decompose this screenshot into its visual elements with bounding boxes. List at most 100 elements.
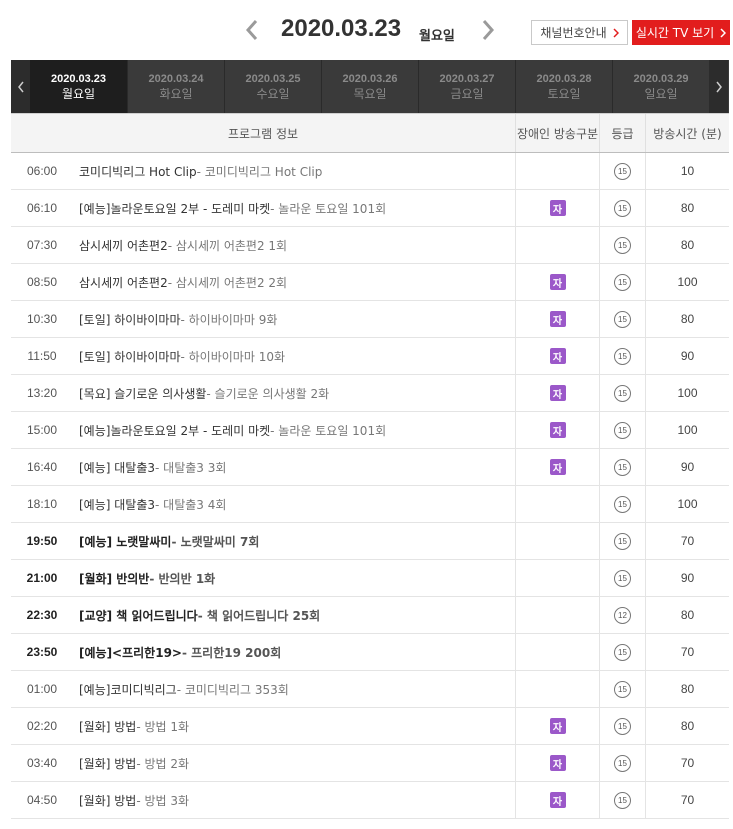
date-tab-date: 2020.03.23: [50, 72, 107, 85]
row-program[interactable]: [토일] 하이바이마마 - 하이바이마마 10화: [73, 338, 515, 374]
schedule-table: 프로그램 정보 장애인 방송구분 등급 방송시간 (분) 06:00 코미디빅리그…: [11, 113, 729, 819]
table-body: 06:00 코미디빅리그 Hot Clip - 코미디빅리그 Hot Clip 15…: [11, 153, 729, 819]
row-duration: 100: [645, 486, 729, 522]
date-tab-date: 2020.03.24: [148, 72, 204, 85]
channel-guide-button[interactable]: 채널번호안내: [531, 20, 628, 45]
program-title: [예능] 대탈출3: [79, 460, 156, 475]
row-time: 21:00: [26, 571, 58, 585]
rating-circle-icon: 15: [614, 162, 631, 180]
row-program[interactable]: [월화] 방법 - 방법 1화: [73, 708, 515, 744]
row-rating: 15: [599, 375, 645, 411]
date-tab[interactable]: 2020.03.29 일요일: [612, 60, 709, 113]
row-program[interactable]: [토일] 하이바이마마 - 하이바이마마 9화: [73, 301, 515, 337]
program-title: [월화] 방법: [79, 756, 137, 771]
row-rating: 15: [599, 153, 645, 189]
row-time: 08:50: [26, 275, 58, 289]
table-row[interactable]: 21:00 [월화] 반의반 - 반의반 1화 15 90: [11, 560, 729, 597]
table-row[interactable]: 03:40 [월화] 방법 - 방법 2화 자 15 70: [11, 745, 729, 782]
program-title: [예능] 노랫말싸미: [79, 534, 172, 549]
row-duration: 90: [645, 338, 729, 374]
row-rating: 15: [599, 745, 645, 781]
row-time: 06:00: [26, 164, 58, 178]
row-accessibility: 자: [515, 745, 599, 781]
program-episode: - 하이바이마마 10화: [180, 349, 286, 364]
row-program[interactable]: [예능]코미디빅리그 - 코미디빅리그 353회: [73, 671, 515, 707]
date-tab[interactable]: 2020.03.27 금요일: [418, 60, 515, 113]
channel-guide-label: 채널번호안내: [540, 26, 607, 40]
table-row[interactable]: 19:50 [예능] 노랫말싸미 - 노랫말싸미 7회 15 70: [11, 523, 729, 560]
program-title: [예능]코미디빅리그: [79, 682, 177, 697]
row-program[interactable]: [예능] 대탈출3 - 대탈출3 3회: [73, 449, 515, 485]
live-tv-button[interactable]: 실시간 TV 보기: [632, 20, 730, 45]
row-accessibility: 자: [515, 782, 599, 818]
program-episode: - 삼시세끼 어촌편2 2회: [167, 275, 288, 290]
table-row[interactable]: 11:50 [토일] 하이바이마마 - 하이바이마마 10화 자 15 90: [11, 338, 729, 375]
table-row[interactable]: 18:10 [예능] 대탈출3 - 대탈출3 4회 15 100: [11, 486, 729, 523]
row-rating: 15: [599, 708, 645, 744]
program-title: 코미디빅리그 Hot Clip: [79, 164, 197, 179]
table-row[interactable]: 08:50 삼시세끼 어촌편2 - 삼시세끼 어촌편2 2회 자 15 100: [11, 264, 729, 301]
program-episode: - 코미디빅리그 Hot Clip: [196, 164, 323, 179]
row-program[interactable]: [예능] 노랫말싸미 - 노랫말싸미 7회: [73, 523, 515, 559]
date-tab[interactable]: 2020.03.26 목요일: [321, 60, 418, 113]
row-program[interactable]: [월화] 방법 - 방법 3화: [73, 782, 515, 818]
program-title: [예능]놀라운토요일 2부 - 도레미 마켓: [79, 201, 271, 216]
row-program[interactable]: 삼시세끼 어촌편2 - 삼시세끼 어촌편2 1회: [73, 227, 515, 263]
row-accessibility: 자: [515, 708, 599, 744]
program-episode: - 프리한19 200회: [181, 645, 282, 660]
row-program[interactable]: [예능]<프리한19> - 프리한19 200회: [73, 634, 515, 670]
date-nav-prev-button[interactable]: [11, 60, 30, 113]
date-tab-date: 2020.03.28: [536, 72, 592, 85]
rating-circle-icon: 15: [614, 347, 631, 365]
row-duration: 80: [645, 227, 729, 263]
row-program[interactable]: [목요] 슬기로운 의사생활 - 슬기로운 의사생활 2화: [73, 375, 515, 411]
date-navigation: 2020.03.23 월요일 2020.03.24 화요일 2020.03.25 수요일 2…: [11, 60, 729, 113]
chevron-right-icon: [613, 27, 619, 38]
program-episode: - 방법 3화: [136, 793, 190, 808]
date-tab-day: 금요일: [450, 86, 484, 101]
row-program[interactable]: [예능]놀라운토요일 2부 - 도레미 마켓 - 놀라운 토요일 101회: [73, 190, 515, 226]
table-row[interactable]: 13:20 [목요] 슬기로운 의사생활 - 슬기로운 의사생활 2화 자 15 100: [11, 375, 729, 412]
row-program[interactable]: [월화] 반의반 - 반의반 1화: [73, 560, 515, 596]
row-program[interactable]: [교양] 책 읽어드립니다 - 책 읽어드립니다 25회: [73, 597, 515, 633]
row-accessibility: [515, 597, 599, 633]
row-program[interactable]: [월화] 방법 - 방법 2화: [73, 745, 515, 781]
date-tab[interactable]: 2020.03.24 화요일: [127, 60, 224, 113]
table-row[interactable]: 15:00 [예능]놀라운토요일 2부 - 도레미 마켓 - 놀라운 토요일 10…: [11, 412, 729, 449]
table-row[interactable]: 06:00 코미디빅리그 Hot Clip - 코미디빅리그 Hot Clip 15…: [11, 153, 729, 190]
date-tab-date: 2020.03.27: [439, 72, 495, 85]
date-tab-day: 수요일: [256, 86, 290, 101]
program-episode: - 코미디빅리그 353회: [176, 682, 289, 697]
row-accessibility: 자: [515, 301, 599, 337]
table-row[interactable]: 07:30 삼시세끼 어촌편2 - 삼시세끼 어촌편2 1회 15 80: [11, 227, 729, 264]
table-row[interactable]: 06:10 [예능]놀라운토요일 2부 - 도레미 마켓 - 놀라운 토요일 10…: [11, 190, 729, 227]
rating-circle-icon: 15: [614, 532, 631, 550]
table-row[interactable]: 22:30 [교양] 책 읽어드립니다 - 책 읽어드립니다 25회 12 80: [11, 597, 729, 634]
date-nav-next-button[interactable]: [709, 60, 728, 113]
table-row[interactable]: 10:30 [토일] 하이바이마마 - 하이바이마마 9화 자 15 80: [11, 301, 729, 338]
row-program[interactable]: 삼시세끼 어촌편2 - 삼시세끼 어촌편2 2회: [73, 264, 515, 300]
table-row[interactable]: 23:50 [예능]<프리한19> - 프리한19 200회 15 70: [11, 634, 729, 671]
prev-date-button[interactable]: [241, 15, 263, 45]
row-accessibility: 자: [515, 338, 599, 374]
date-tab[interactable]: 2020.03.25 수요일: [224, 60, 321, 113]
row-rating: 15: [599, 412, 645, 448]
date-tab-day: 목요일: [353, 86, 387, 101]
row-program[interactable]: [예능]놀라운토요일 2부 - 도레미 마켓 - 놀라운 토요일 101회: [73, 412, 515, 448]
date-tab-day: 일요일: [644, 86, 678, 101]
chevron-right-icon: [482, 20, 495, 40]
table-row[interactable]: 04:50 [월화] 방법 - 방법 3화 자 15 70: [11, 782, 729, 819]
date-tab[interactable]: 2020.03.23 월요일: [30, 60, 127, 113]
program-episode: - 삼시세끼 어촌편2 1회: [167, 238, 288, 253]
table-row[interactable]: 02:20 [월화] 방법 - 방법 1화 자 15 80: [11, 708, 729, 745]
next-date-button[interactable]: [477, 15, 499, 45]
chevron-left-icon: [245, 20, 258, 40]
row-rating: 15: [599, 190, 645, 226]
row-program[interactable]: [예능] 대탈출3 - 대탈출3 4회: [73, 486, 515, 522]
table-row[interactable]: 16:40 [예능] 대탈출3 - 대탈출3 3회 자 15 90: [11, 449, 729, 486]
table-row[interactable]: 01:00 [예능]코미디빅리그 - 코미디빅리그 353회 15 80: [11, 671, 729, 708]
date-tab[interactable]: 2020.03.28 토요일: [515, 60, 612, 113]
row-time: 06:10: [26, 201, 58, 215]
row-program[interactable]: 코미디빅리그 Hot Clip - 코미디빅리그 Hot Clip: [73, 153, 515, 189]
program-episode: - 책 읽어드립니다 25회: [197, 608, 321, 623]
